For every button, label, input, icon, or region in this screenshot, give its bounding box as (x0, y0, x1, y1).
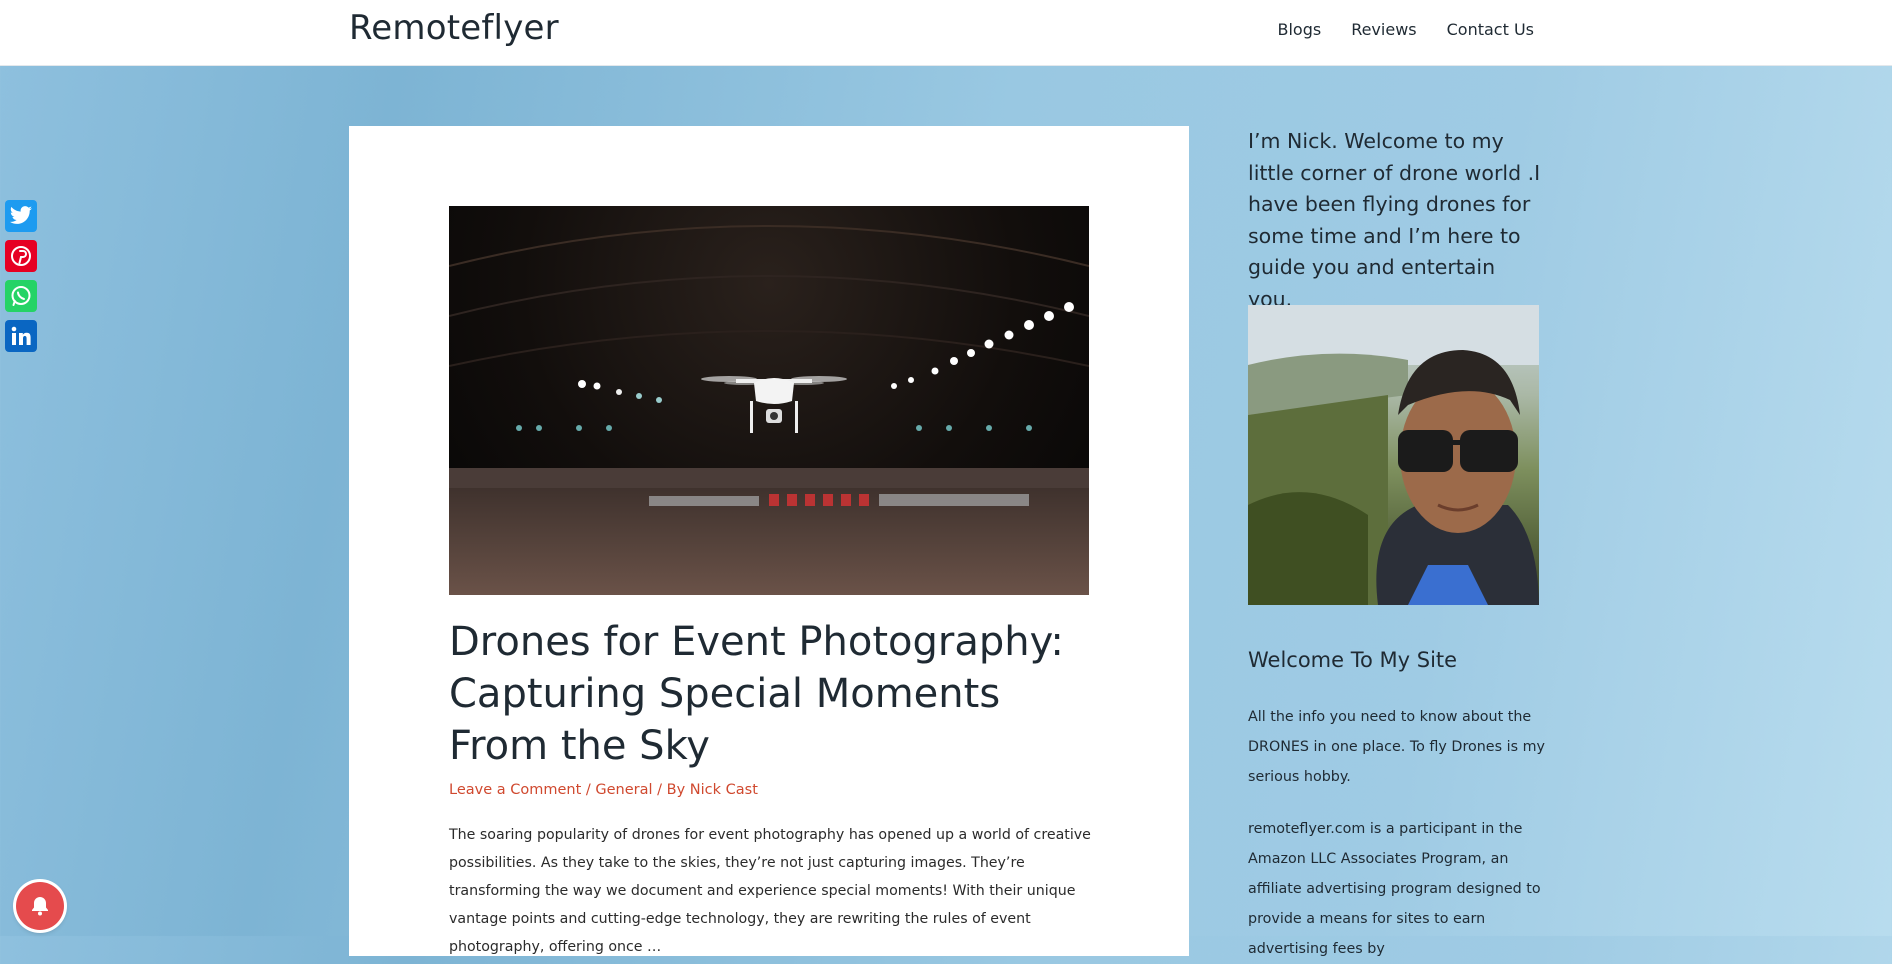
pinterest-icon[interactable] (5, 240, 37, 272)
author-photo (1248, 305, 1539, 605)
bell-icon (32, 897, 48, 916)
nav-item-contact-us[interactable]: Contact Us (1447, 20, 1534, 39)
post-card: Drones for Event Photography: Capturing … (349, 126, 1189, 956)
nav-item-blogs[interactable]: Blogs (1277, 20, 1321, 39)
main-nav: Blogs Reviews Contact Us (1277, 20, 1534, 39)
post-title[interactable]: Drones for Event Photography: Capturing … (449, 616, 1089, 772)
site-title[interactable]: Remoteflyer (349, 8, 559, 48)
meta-byline: / By (652, 782, 690, 798)
linkedin-icon[interactable] (5, 320, 37, 352)
post-excerpt: The soaring popularity of drones for eve… (449, 827, 1091, 955)
author-link[interactable]: Nick Cast (690, 782, 758, 798)
post-meta: Leave a Comment / General / By Nick Cast (449, 782, 758, 798)
nav-item-reviews[interactable]: Reviews (1351, 20, 1416, 39)
sidebar: I’m Nick. Welcome to my little corner of… (1248, 126, 1545, 957)
sidebar-affiliate-disclosure: remoteflyer.com is a participant in the … (1248, 821, 1541, 957)
category-link[interactable]: General (595, 782, 652, 798)
author-intro: I’m Nick. Welcome to my little corner of… (1248, 129, 1541, 311)
notification-bell-button[interactable] (16, 882, 64, 930)
leave-comment-link[interactable]: Leave a Comment (449, 782, 581, 798)
meta-separator: / (581, 782, 596, 798)
sidebar-welcome-text: All the info you need to know about the … (1248, 709, 1545, 785)
post-featured-image[interactable] (449, 206, 1089, 595)
twitter-icon[interactable] (5, 200, 37, 232)
site-header: Remoteflyer Blogs Reviews Contact Us (0, 0, 1892, 66)
social-share-bar (5, 200, 37, 352)
sidebar-welcome-heading: Welcome To My Site (1248, 648, 1458, 672)
whatsapp-icon[interactable] (5, 280, 37, 312)
